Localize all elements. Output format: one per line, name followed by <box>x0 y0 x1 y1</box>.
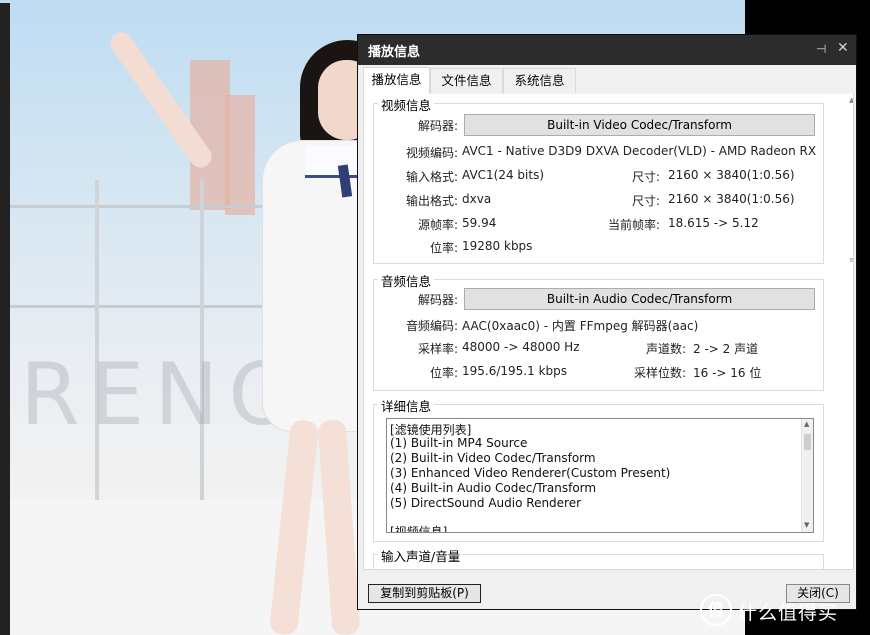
playback-info-dialog: 播放信息 ⊣ ✕ 播放信息 文件信息 系统信息 ▲ ≡ 视频信息 解码器: Bu… <box>357 34 857 610</box>
close-icon[interactable]: ✕ <box>837 40 849 56</box>
title-bar[interactable]: 播放信息 ⊣ ✕ <box>358 35 856 65</box>
details-scrollbar[interactable]: ▲ ▼ <box>801 419 813 532</box>
output-size-label: 尺寸: <box>631 194 660 208</box>
details-line: [视频信息] <box>390 525 448 533</box>
audio-info-title: 音频信息 <box>378 271 435 290</box>
tab-bar: 播放信息 文件信息 系统信息 <box>363 67 853 95</box>
channels-value: 2 -> 2 声道 <box>693 342 759 356</box>
sample-rate-label: 采样率: <box>417 342 458 356</box>
tab-playback-info[interactable]: 播放信息 <box>363 67 430 94</box>
audio-decoder-label: 解码器: <box>417 293 458 307</box>
details-line: (3) Enhanced Video Renderer(Custom Prese… <box>390 466 671 480</box>
frame-edge <box>0 3 10 635</box>
video-info-title: 视频信息 <box>378 95 435 114</box>
video-decoder-button[interactable]: Built-in Video Codec/Transform <box>464 114 815 136</box>
pane-scrollbar[interactable]: ▲ ≡ <box>849 96 853 566</box>
output-size-value: 2160 × 3840(1:0.56) <box>668 192 795 206</box>
scroll-down-icon[interactable]: ▼ <box>804 521 809 529</box>
video-decoder-label: 解码器: <box>417 119 458 133</box>
tab-content[interactable]: ▲ ≡ 视频信息 解码器: Built-in Video Codec/Trans… <box>363 94 854 570</box>
watermark-logo-icon: 值 <box>700 594 732 626</box>
tab-system-info[interactable]: 系统信息 <box>503 68 576 93</box>
video-codec-value: AVC1 - Native D3D9 DXVA Decoder(VLD) - A… <box>462 144 817 158</box>
sample-bits-value: 16 -> 16 位 <box>693 366 762 380</box>
collar <box>305 145 360 178</box>
pin-icon[interactable]: ⊣ <box>816 42 826 56</box>
input-format-label: 输入格式: <box>405 170 458 184</box>
details-group: 详细信息 [滤镜使用列表] (1) Built-in MP4 Source (2… <box>373 396 824 542</box>
sample-bits-label: 采样位数: <box>633 366 686 380</box>
details-line: (1) Built-in MP4 Source <box>390 436 528 450</box>
input-size-value: 2160 × 3840(1:0.56) <box>668 168 795 182</box>
building <box>225 95 255 215</box>
input-channels-group: 输入声道/音量 <box>373 546 824 569</box>
site-watermark: 值 什么值得买 <box>700 594 870 628</box>
channels-label: 声道数: <box>645 342 686 356</box>
source-fps-value: 59.94 <box>462 216 497 230</box>
input-channels-title: 输入声道/音量 <box>378 546 464 565</box>
output-format-value: dxva <box>462 192 492 206</box>
details-line: (5) DirectSound Audio Renderer <box>390 496 582 510</box>
input-format-value: AVC1(24 bits) <box>462 168 545 182</box>
copy-to-clipboard-button[interactable]: 复制到剪贴板(P) <box>368 584 481 603</box>
audio-codec-label: 音频编码: <box>405 319 458 333</box>
video-bitrate-label: 位率: <box>429 241 458 255</box>
details-textbox[interactable]: [滤镜使用列表] (1) Built-in MP4 Source (2) Bui… <box>386 418 814 533</box>
current-fps-label: 当前帧率: <box>607 218 660 232</box>
scroll-up-icon[interactable]: ▲ <box>849 96 853 104</box>
scroll-up-icon[interactable]: ▲ <box>804 420 809 428</box>
audio-bitrate-label: 位率: <box>429 366 458 380</box>
audio-info-group: 音频信息 解码器: Built-in Audio Codec/Transform… <box>373 271 824 391</box>
scroll-thumb[interactable] <box>804 434 811 450</box>
scroll-grip-icon[interactable]: ≡ <box>849 256 853 264</box>
source-fps-label: 源帧率: <box>417 218 458 232</box>
dialog-title: 播放信息 <box>368 45 421 60</box>
video-info-group: 视频信息 解码器: Built-in Video Codec/Transform… <box>373 95 824 264</box>
details-title: 详细信息 <box>378 396 435 415</box>
video-bitrate-value: 19280 kbps <box>462 239 533 253</box>
details-line: (4) Built-in Audio Codec/Transform <box>390 481 597 495</box>
audio-codec-value: AAC(0xaac0) - 内置 FFmpeg 解码器(aac) <box>462 319 699 333</box>
audio-bitrate-value: 195.6/195.1 kbps <box>462 364 567 378</box>
output-format-label: 输出格式: <box>405 194 458 208</box>
sample-rate-value: 48000 -> 48000 Hz <box>462 340 580 354</box>
input-size-label: 尺寸: <box>631 170 660 184</box>
tab-file-info[interactable]: 文件信息 <box>430 68 503 93</box>
watermark-text: 什么值得买 <box>738 602 839 624</box>
audio-decoder-button[interactable]: Built-in Audio Codec/Transform <box>464 288 815 310</box>
video-codec-label: 视频编码: <box>405 146 458 160</box>
current-fps-value: 18.615 -> 5.12 <box>668 216 759 230</box>
details-line: (2) Built-in Video Codec/Transform <box>390 451 596 465</box>
